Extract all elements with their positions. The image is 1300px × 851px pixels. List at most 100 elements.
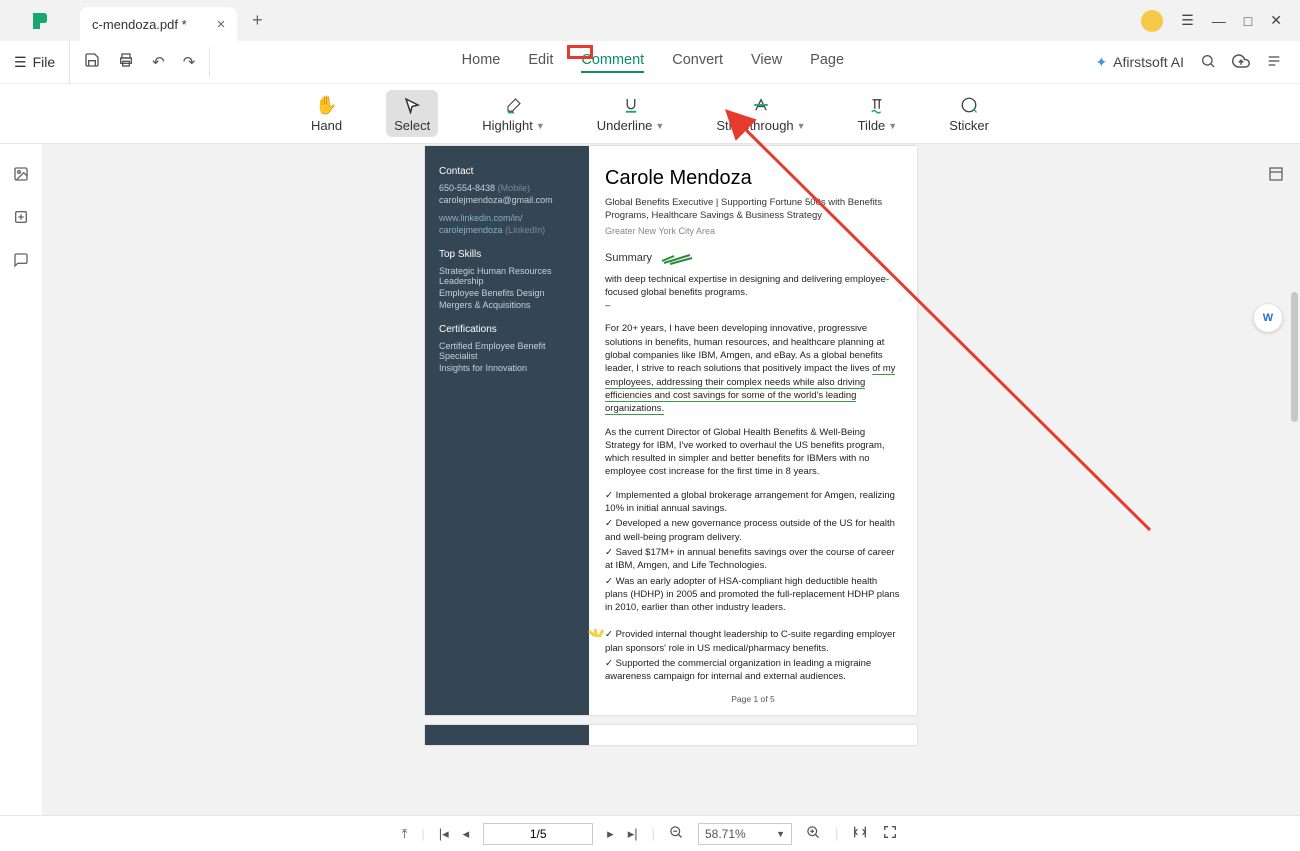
pdf-page-next <box>425 725 917 745</box>
redo-icon[interactable]: ↷ <box>183 53 196 71</box>
cert-item: Certified Employee Benefit Specialist <box>439 341 575 361</box>
tool-underline[interactable]: Underline▼ <box>589 90 673 137</box>
chevron-down-icon[interactable]: ▼ <box>536 121 545 131</box>
close-tab-icon[interactable]: × <box>217 16 226 33</box>
tab-page[interactable]: Page <box>810 52 844 73</box>
main-area: Contact 650-554-8438 (Mobile) carolejmen… <box>0 144 1300 815</box>
resume-location: Greater New York City Area <box>605 225 901 238</box>
strikethrough-icon <box>752 94 770 116</box>
panel-toggle-icon[interactable] <box>1268 166 1284 187</box>
zoom-out-icon[interactable] <box>669 825 684 843</box>
fit-width-icon[interactable] <box>852 824 868 843</box>
document-tab[interactable]: c-mendoza.pdf * × <box>80 7 237 41</box>
chevron-down-icon: ▼ <box>776 829 785 839</box>
sticker-icon <box>960 94 978 116</box>
chevron-down-icon[interactable]: ▼ <box>655 121 664 131</box>
file-menu[interactable]: ☰ File <box>0 41 70 83</box>
comments-icon[interactable] <box>13 252 29 273</box>
bullet: ✓ Saved $17M+ in annual benefits savings… <box>605 546 901 573</box>
tab-convert[interactable]: Convert <box>672 52 723 73</box>
bullet: ✓ Supported the commercial organization … <box>605 657 901 684</box>
chevron-down-icon[interactable]: ▼ <box>888 121 897 131</box>
bottom-bar: ⤒ | |◂ ◂ ▸ ▸| | 58.71%▼ | <box>0 815 1300 851</box>
tab-home[interactable]: Home <box>462 52 501 73</box>
ai-button[interactable]: ✦ Afirstsoft AI <box>1095 54 1184 71</box>
page-input[interactable] <box>483 823 593 845</box>
tool-tilde[interactable]: Tilde▼ <box>850 90 906 137</box>
main-tabs: Home Edit Comment Convert View Page <box>462 52 844 73</box>
left-strip <box>0 144 42 815</box>
summary-p3: As the current Director of Global Health… <box>605 426 901 479</box>
tool-select[interactable]: Select <box>386 90 438 137</box>
search-icon[interactable] <box>1200 53 1216 72</box>
fullscreen-icon[interactable] <box>882 824 898 843</box>
comment-toolbar: ✋ Hand Select Highlight▼ Underline▼ Stri… <box>0 84 1300 144</box>
user-avatar[interactable] <box>1141 10 1163 32</box>
linkedin-url: www.linkedin.com/in/ <box>439 213 575 223</box>
page-number: Page 1 of 5 <box>605 694 901 706</box>
resume-content: Carole Mendoza Global Benefits Executive… <box>589 146 917 715</box>
certs-heading: Certifications <box>439 324 575 335</box>
menu-icon: ☰ <box>14 54 27 71</box>
sparkle-icon: ✦ <box>1095 54 1107 71</box>
linkedin-handle: carolejmendoza (LinkedIn) <box>439 225 575 235</box>
sticker-annotation <box>587 628 609 650</box>
thumbnails-icon[interactable] <box>13 166 29 187</box>
close-window-icon[interactable]: ✕ <box>1270 12 1282 29</box>
scribble-annotation <box>660 253 694 265</box>
resume-sidebar: Contact 650-554-8438 (Mobile) carolejmen… <box>425 146 589 715</box>
first-page-icon[interactable]: |◂ <box>439 826 449 842</box>
zoom-in-icon[interactable] <box>806 825 821 843</box>
tool-highlight[interactable]: Highlight▼ <box>474 90 553 137</box>
tool-sticker[interactable]: Sticker <box>941 90 997 137</box>
tab-view[interactable]: View <box>751 52 782 73</box>
title-bar: c-mendoza.pdf * × + ☰ — □ ✕ <box>0 0 1300 41</box>
vertical-scrollbar[interactable] <box>1291 292 1298 422</box>
summary-heading: Summary <box>605 251 901 266</box>
prev-page-icon[interactable]: ◂ <box>463 826 470 842</box>
scroll-top-icon[interactable]: ⤒ <box>402 826 408 842</box>
window-controls: ☰ — □ ✕ <box>1141 10 1300 32</box>
page-canvas[interactable]: Contact 650-554-8438 (Mobile) carolejmen… <box>42 144 1300 815</box>
skill-item: Mergers & Acquisitions <box>439 300 575 310</box>
contact-heading: Contact <box>439 166 575 177</box>
quick-actions: ↶ ↷ <box>70 47 210 76</box>
hamburger-icon[interactable]: ☰ <box>1181 12 1194 29</box>
bullet: ✓ Provided internal thought leadership t… <box>605 628 901 655</box>
save-icon[interactable] <box>84 52 100 72</box>
panel-icon[interactable] <box>1266 53 1282 72</box>
tool-hand[interactable]: ✋ Hand <box>303 90 350 137</box>
print-icon[interactable] <box>118 52 134 72</box>
chevron-down-icon[interactable]: ▼ <box>797 121 806 131</box>
file-label: File <box>33 54 56 70</box>
skills-heading: Top Skills <box>439 249 575 260</box>
undo-icon[interactable]: ↶ <box>152 53 165 71</box>
next-page-icon[interactable]: ▸ <box>607 826 614 842</box>
bullet: ✓ Was an early adopter of HSA-compliant … <box>605 575 901 615</box>
cloud-icon[interactable] <box>1232 52 1250 73</box>
highlight-icon <box>505 94 523 116</box>
summary-p2: For 20+ years, I have been developing in… <box>605 322 901 415</box>
resume-name: Carole Mendoza <box>605 164 901 192</box>
tool-strikethrough[interactable]: Strikethrough▼ <box>708 90 813 137</box>
bullet: ✓ Implemented a global brokerage arrange… <box>605 489 901 516</box>
maximize-icon[interactable]: □ <box>1244 13 1252 29</box>
minimize-icon[interactable]: — <box>1212 13 1226 29</box>
ai-label: Afirstsoft AI <box>1113 54 1184 70</box>
tab-edit[interactable]: Edit <box>528 52 553 73</box>
right-menu: ✦ Afirstsoft AI <box>1095 52 1300 73</box>
email-line: carolejmendoza@gmail.com <box>439 195 575 205</box>
skill-item: Employee Benefits Design <box>439 288 575 298</box>
phone-line: 650-554-8438 (Mobile) <box>439 183 575 193</box>
hand-icon: ✋ <box>315 94 337 116</box>
zoom-select[interactable]: 58.71%▼ <box>698 823 792 845</box>
new-tab-button[interactable]: + <box>237 10 277 31</box>
tab-title: c-mendoza.pdf * <box>92 17 187 32</box>
bullet: ✓ Developed a new governance process out… <box>605 517 901 544</box>
last-page-icon[interactable]: ▸| <box>628 826 638 842</box>
add-page-icon[interactable] <box>13 209 29 230</box>
cert-item: Insights for Innovation <box>439 363 575 373</box>
export-word-button[interactable]: W <box>1254 304 1282 332</box>
app-logo <box>0 11 80 31</box>
tab-comment[interactable]: Comment <box>581 52 644 73</box>
